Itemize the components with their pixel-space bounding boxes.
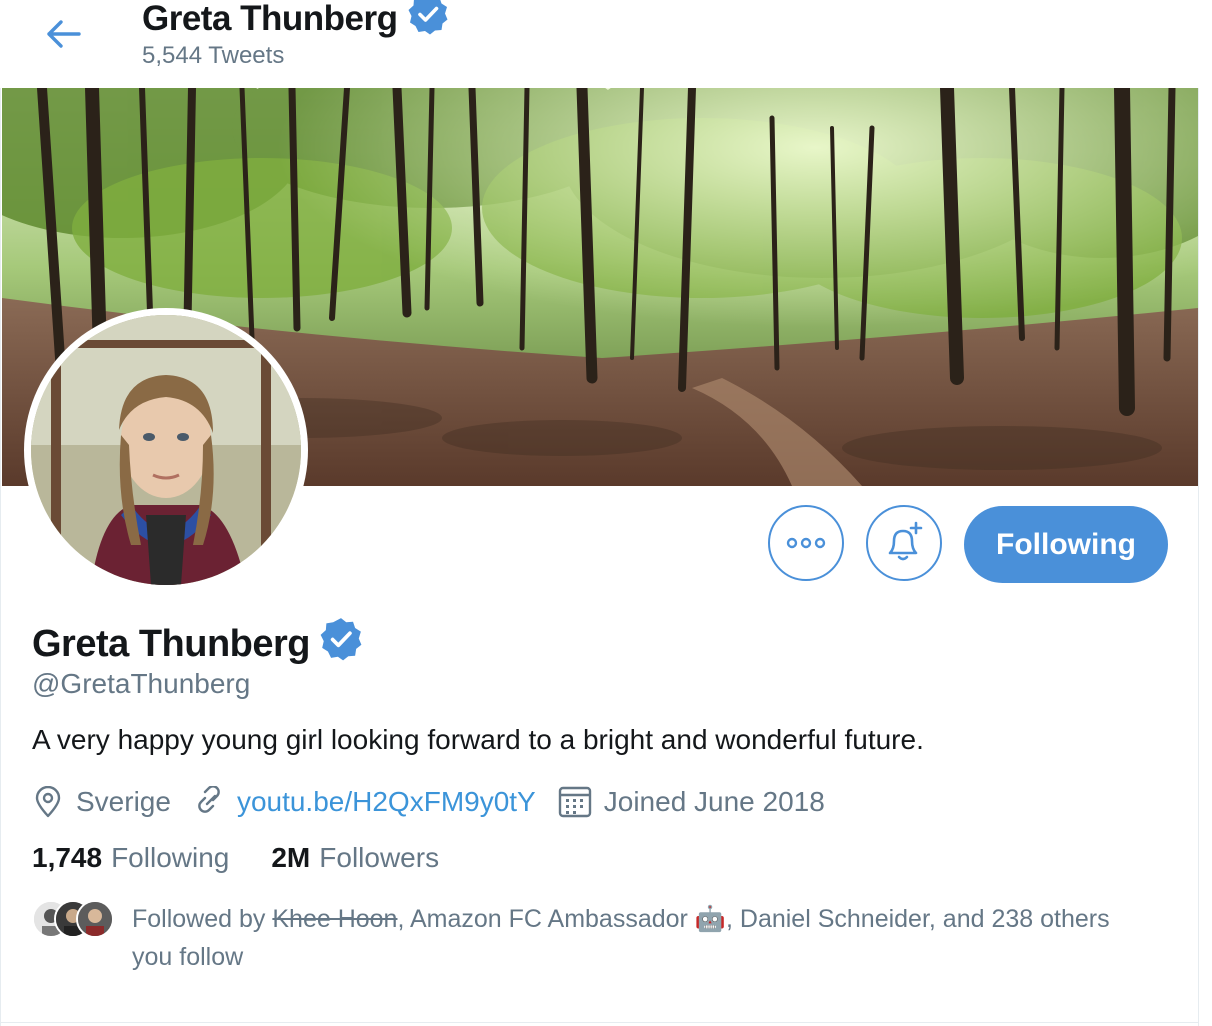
calendar-icon bbox=[558, 786, 591, 818]
follower-name[interactable]: Daniel Schneider bbox=[740, 905, 929, 933]
separator: , bbox=[725, 905, 740, 933]
location-text: Sverige bbox=[76, 786, 171, 817]
divider bbox=[0, 1022, 1199, 1023]
follower-name[interactable]: Amazon FC Ambassador bbox=[410, 905, 688, 933]
joined-item: Joined June 2018 bbox=[558, 786, 825, 818]
link-icon bbox=[198, 786, 220, 813]
profile-handle: @GretaThunberg bbox=[32, 668, 251, 699]
profile-name: Greta Thunberg bbox=[32, 616, 364, 672]
more-horizontal-icon bbox=[786, 537, 826, 549]
header-name: Greta Thunberg bbox=[142, 0, 398, 38]
following-label: Following bbox=[111, 842, 230, 873]
tweet-count: 5,544 Tweets bbox=[142, 42, 285, 69]
back-button[interactable] bbox=[40, 14, 86, 54]
joined-text: Joined June 2018 bbox=[603, 786, 825, 817]
arrow-left-icon bbox=[47, 20, 81, 48]
notifications-button[interactable] bbox=[866, 505, 942, 581]
location-pin-icon bbox=[35, 786, 61, 818]
more-options-button[interactable] bbox=[768, 505, 844, 581]
website-item[interactable]: youtu.be/H2QxFM9y0tY bbox=[193, 786, 536, 818]
profile-avatar[interactable] bbox=[24, 308, 308, 592]
profile-bio: A very happy young girl looking forward … bbox=[32, 724, 924, 755]
following-stat[interactable]: 1,748 Following bbox=[32, 842, 229, 874]
profile-meta: Sverige youtu.be/H2QxFM9y0tY Joined June… bbox=[32, 782, 825, 822]
verified-badge-icon bbox=[406, 0, 450, 45]
following-count: 1,748 bbox=[32, 842, 103, 873]
profile-name-text: Greta Thunberg bbox=[32, 622, 311, 665]
website-link[interactable]: youtu.be/H2QxFM9y0tY bbox=[237, 786, 536, 818]
follower-avatars bbox=[32, 898, 114, 938]
following-button[interactable]: Following bbox=[964, 506, 1168, 583]
avatar-image bbox=[31, 315, 301, 585]
bell-plus-icon bbox=[888, 521, 923, 561]
followed-by-text: Followed by Khee Hoon, Amazon FC Ambassa… bbox=[132, 900, 1122, 976]
profile-stats: 1,748 Following 2M Followers bbox=[32, 842, 439, 874]
location-item: Sverige bbox=[32, 786, 171, 818]
verified-badge-icon bbox=[318, 616, 364, 672]
separator: , bbox=[397, 905, 410, 933]
followers-stat[interactable]: 2M Followers bbox=[271, 842, 439, 874]
followers-count: 2M bbox=[271, 842, 311, 873]
followers-label: Followers bbox=[319, 842, 440, 873]
follower-name[interactable]: Khee Hoon bbox=[272, 905, 397, 933]
robot-emoji-icon: 🤖 bbox=[694, 905, 726, 933]
header-title: Greta Thunberg bbox=[142, 0, 450, 45]
avatar bbox=[76, 900, 114, 938]
followed-by-prefix: Followed by bbox=[132, 905, 273, 933]
profile-header: Greta Thunberg 5,544 Tweets bbox=[0, 0, 1199, 88]
